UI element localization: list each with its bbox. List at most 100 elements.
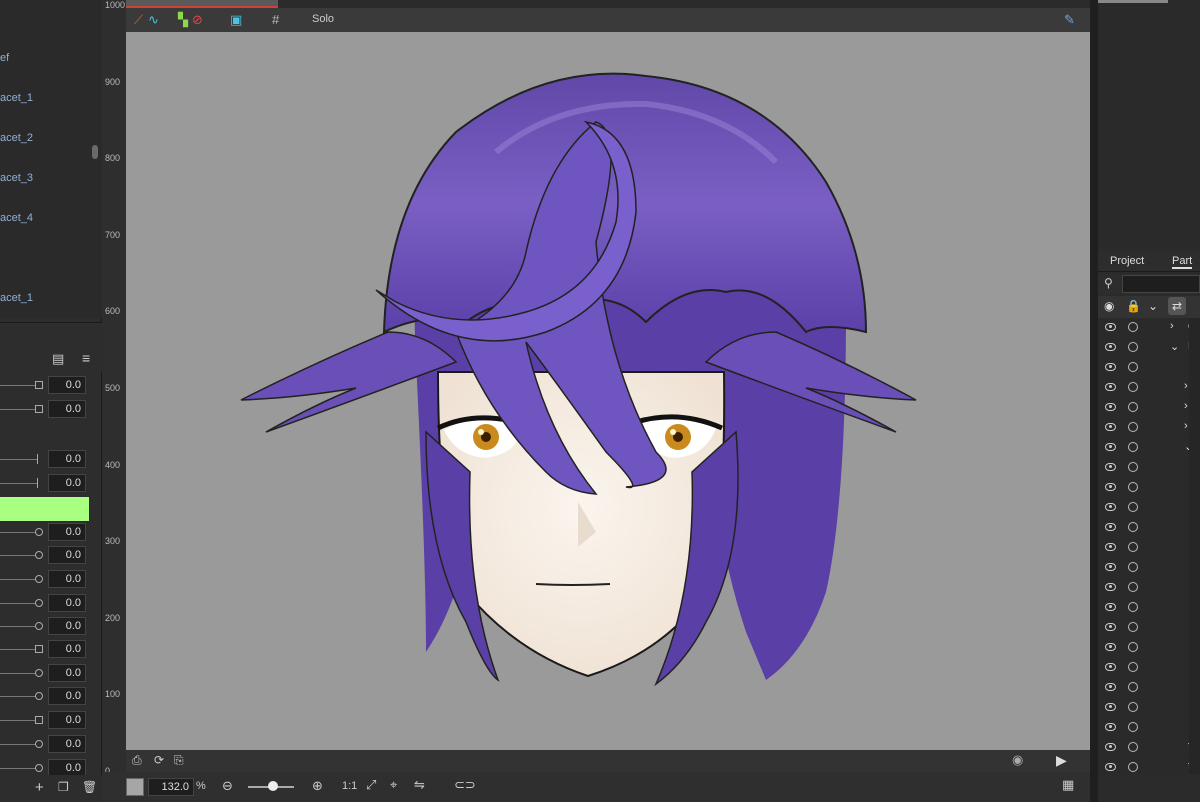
grid-icon[interactable]: # [272, 11, 279, 29]
parameter-slider[interactable] [0, 483, 38, 484]
play-icon[interactable]: ▶ [1056, 752, 1067, 769]
parameter-slider[interactable] [0, 696, 38, 697]
visibility-eye-icon[interactable] [1105, 383, 1116, 391]
parameter-slider[interactable] [0, 409, 38, 410]
deformer-item[interactable]: acet_3 [0, 172, 33, 184]
visibility-eye-icon[interactable] [1105, 583, 1116, 591]
disable-icon[interactable]: ⊘ [192, 11, 203, 29]
parameter-value-input[interactable]: 0.0 [48, 640, 86, 658]
parameter-value-input[interactable]: 0.0 [48, 594, 86, 612]
view-tab[interactable] [126, 0, 278, 8]
inspector-scrollbar[interactable] [1098, 0, 1168, 3]
visibility-eye-icon[interactable] [1105, 643, 1116, 651]
expand-chevron-icon[interactable]: › [1184, 400, 1188, 412]
part-row[interactable] [1098, 558, 1200, 578]
visibility-eye-icon[interactable] [1105, 443, 1116, 451]
parameter-keyform-icon[interactable] [35, 669, 43, 677]
deformer-item[interactable]: ef [0, 52, 9, 64]
lock-toggle-icon[interactable] [1128, 462, 1138, 472]
lock-toggle-icon[interactable] [1128, 362, 1138, 372]
lock-toggle-icon[interactable] [1128, 542, 1138, 552]
visibility-eye-icon[interactable] [1105, 683, 1116, 691]
lock-toggle-icon[interactable] [1128, 602, 1138, 612]
parameter-value-input[interactable]: 0.0 [48, 687, 86, 705]
lock-toggle-icon[interactable] [1128, 502, 1138, 512]
parameter-value-input[interactable]: 0.0 [48, 523, 86, 541]
duplicate-icon[interactable]: ❐ [58, 780, 69, 794]
zoom-in-icon[interactable]: ⊕ [312, 778, 323, 794]
parameter-value-input[interactable]: 0.0 [48, 570, 86, 588]
layout-icon[interactable]: ▦ [1062, 777, 1074, 793]
lock-toggle-icon[interactable] [1128, 742, 1138, 752]
lock-column-icon[interactable]: 🔒 [1126, 299, 1141, 313]
actual-size-button[interactable]: 1:1 [342, 780, 357, 792]
center-icon[interactable]: ⌖ [390, 777, 397, 793]
visibility-eye-icon[interactable] [1105, 363, 1116, 371]
part-row[interactable]: › [1098, 418, 1200, 438]
parameter-value-input[interactable]: 0.0 [48, 376, 86, 394]
part-row[interactable] [1098, 458, 1200, 478]
visibility-eye-icon[interactable] [1105, 423, 1116, 431]
parameter-slider[interactable] [0, 459, 38, 460]
lock-toggle-icon[interactable] [1128, 682, 1138, 692]
parameter-keyform-icon[interactable] [35, 764, 43, 772]
menu-icon[interactable]: ≡ [82, 350, 90, 366]
visibility-eye-icon[interactable] [1105, 603, 1116, 611]
parameter-value-input[interactable]: 0.0 [48, 617, 86, 635]
parameter-value-input[interactable]: 0.0 [48, 546, 86, 564]
part-row[interactable] [1098, 638, 1200, 658]
part-row[interactable] [1098, 698, 1200, 718]
right-splitter[interactable] [1090, 0, 1098, 802]
expand-chevron-icon[interactable]: › [1184, 380, 1188, 392]
expand-chevron-icon[interactable]: › [1184, 420, 1188, 432]
part-row[interactable] [1098, 618, 1200, 638]
parameter-keyform-icon[interactable] [37, 454, 38, 464]
visibility-eye-icon[interactable] [1105, 503, 1116, 511]
lock-toggle-icon[interactable] [1128, 622, 1138, 632]
part-row[interactable]: ⌄F [1098, 338, 1200, 358]
zoom-input[interactable]: 132.0 [148, 778, 194, 796]
link-curve-icon[interactable]: ∿ [148, 11, 159, 29]
part-row[interactable]: ⌄ [1098, 438, 1200, 458]
visibility-eye-icon[interactable] [1105, 543, 1116, 551]
fit-icon[interactable]: ⤢ [366, 777, 376, 793]
visibility-eye-icon[interactable] [1105, 743, 1116, 751]
parameter-slider[interactable] [0, 673, 38, 674]
parameter-group-icon[interactable]: ▤ [52, 351, 64, 367]
parameter-keyform-icon[interactable] [35, 740, 43, 748]
visibility-eye-icon[interactable] [1105, 723, 1116, 731]
lock-toggle-icon[interactable] [1128, 382, 1138, 392]
deformer-item[interactable]: acet_1 [0, 92, 33, 104]
record-icon[interactable]: ◉ [1012, 752, 1023, 768]
search-icon[interactable]: ⚲ [1104, 276, 1113, 290]
visibility-eye-icon[interactable] [1105, 663, 1116, 671]
expand-chevron-icon[interactable]: ⌄ [1170, 340, 1179, 353]
visibility-eye-icon[interactable] [1105, 403, 1116, 411]
deformer-scrollbar[interactable] [92, 30, 98, 310]
part-row[interactable] [1098, 718, 1200, 738]
glue-icon[interactable]: ▚ [178, 11, 188, 29]
visibility-eye-icon[interactable] [1105, 623, 1116, 631]
parameter-slider[interactable] [0, 626, 38, 627]
lock-toggle-icon[interactable] [1128, 562, 1138, 572]
lock-toggle-icon[interactable] [1128, 482, 1138, 492]
expand-all-icon[interactable]: ⌄ [1148, 299, 1158, 313]
part-row[interactable]: › [1098, 398, 1200, 418]
lock-toggle-icon[interactable] [1128, 442, 1138, 452]
visibility-eye-icon[interactable] [1105, 323, 1116, 331]
tab-project[interactable]: Project [1110, 255, 1144, 267]
parameter-keyform-icon[interactable] [35, 381, 43, 389]
part-row[interactable] [1098, 518, 1200, 538]
lock-toggle-icon[interactable] [1128, 662, 1138, 672]
parameter-keyform-icon[interactable] [35, 599, 43, 607]
visibility-eye-icon[interactable] [1105, 483, 1116, 491]
lock-toggle-icon[interactable] [1128, 402, 1138, 412]
mesh-select-icon[interactable]: ▣ [230, 11, 242, 29]
active-parameter-highlight[interactable] [0, 497, 89, 521]
parameter-keyform-icon[interactable] [35, 645, 43, 653]
parameter-slider[interactable] [0, 744, 38, 745]
parameter-keyform-icon[interactable] [35, 716, 43, 724]
zoom-out-icon[interactable]: ⊖ [222, 778, 233, 794]
part-row[interactable] [1098, 578, 1200, 598]
part-tree-scrollbar[interactable] [1189, 318, 1200, 774]
